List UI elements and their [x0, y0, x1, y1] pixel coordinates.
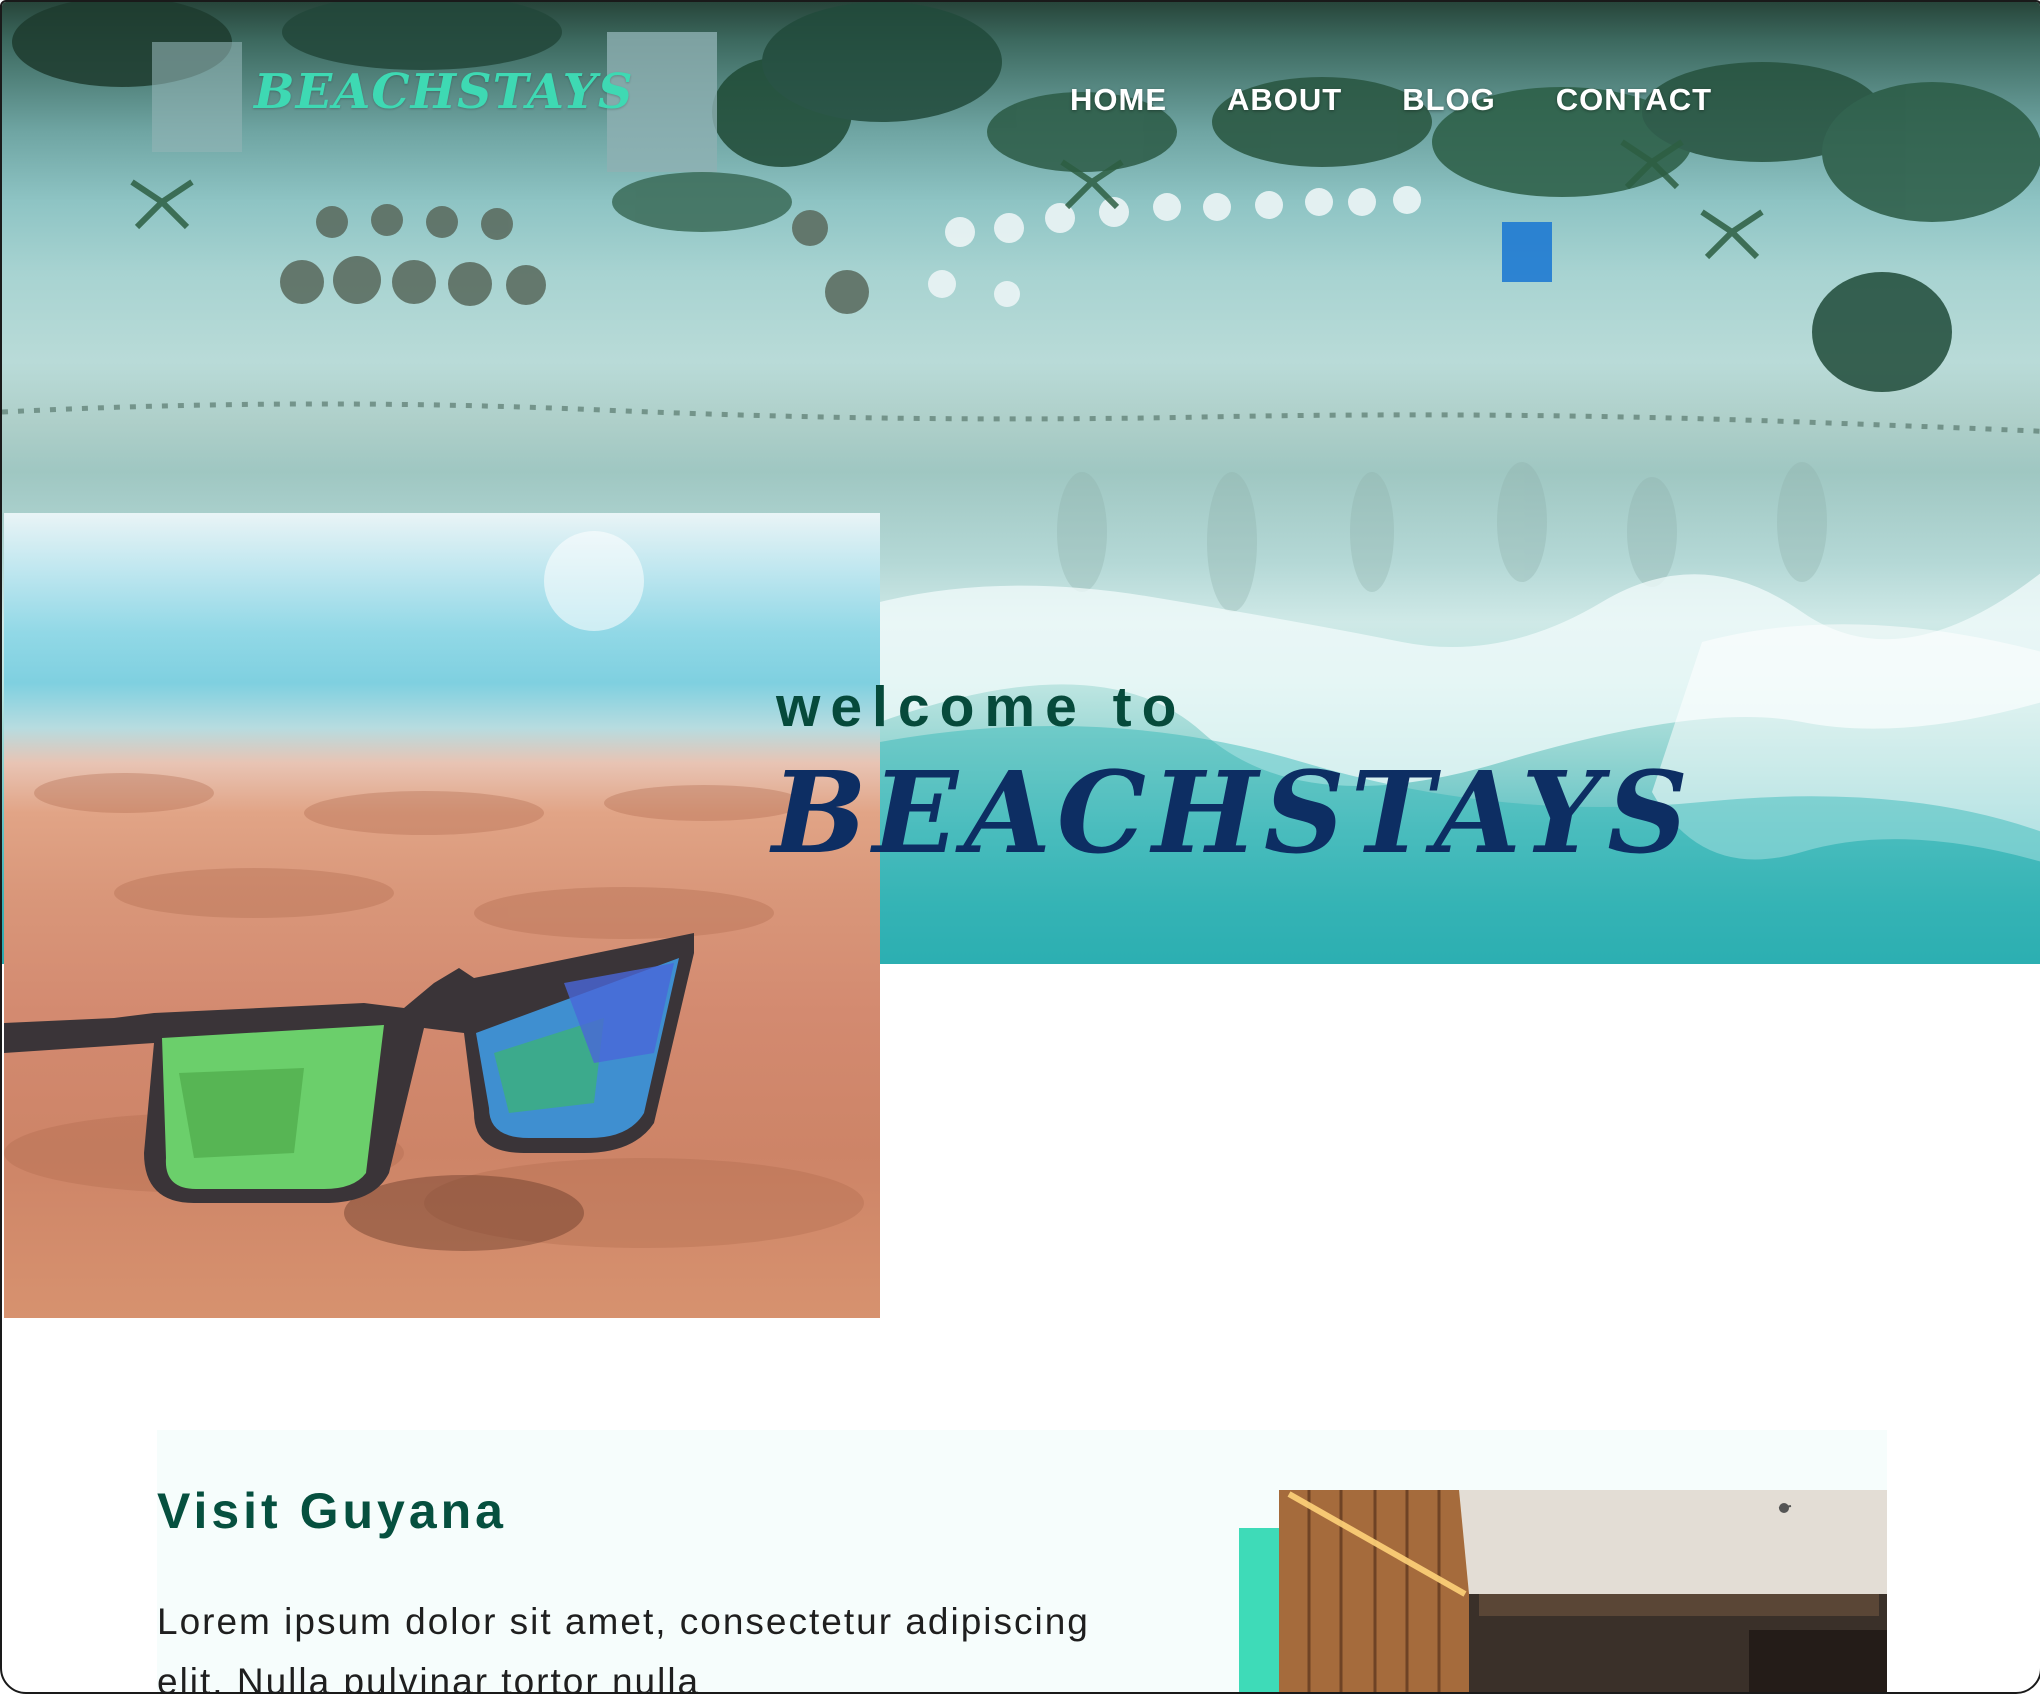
nav-home[interactable]: HOME: [1070, 82, 1167, 118]
welcome-subheading: welcome to: [776, 675, 1187, 739]
nav-about[interactable]: ABOUT: [1227, 82, 1342, 118]
page: BEACHSTAYS HOME ABOUT BLOG CONTACT welco…: [0, 0, 2040, 1694]
nav-blog[interactable]: BLOG: [1402, 82, 1496, 118]
sunglasses-illustration: [4, 531, 864, 1251]
nav-contact[interactable]: CONTACT: [1556, 82, 1712, 118]
hero-brand-heading: BEACHSTAYS: [772, 748, 1695, 879]
logo[interactable]: BEACHSTAYS: [254, 64, 634, 120]
sunglasses-beach-photo: [4, 513, 880, 1318]
main-nav: HOME ABOUT BLOG CONTACT: [1070, 82, 1772, 118]
room-photo: [1279, 1490, 1887, 1692]
room-illustration: [1279, 1490, 1887, 1692]
accent-bar: [1239, 1528, 1281, 1692]
visit-title: Visit Guyana: [157, 1483, 507, 1539]
visit-body-text: Lorem ipsum dolor sit amet, consectetur …: [157, 1601, 1090, 1694]
visit-section: Visit Guyana Lorem ipsum dolor sit amet,…: [157, 1430, 1887, 1694]
